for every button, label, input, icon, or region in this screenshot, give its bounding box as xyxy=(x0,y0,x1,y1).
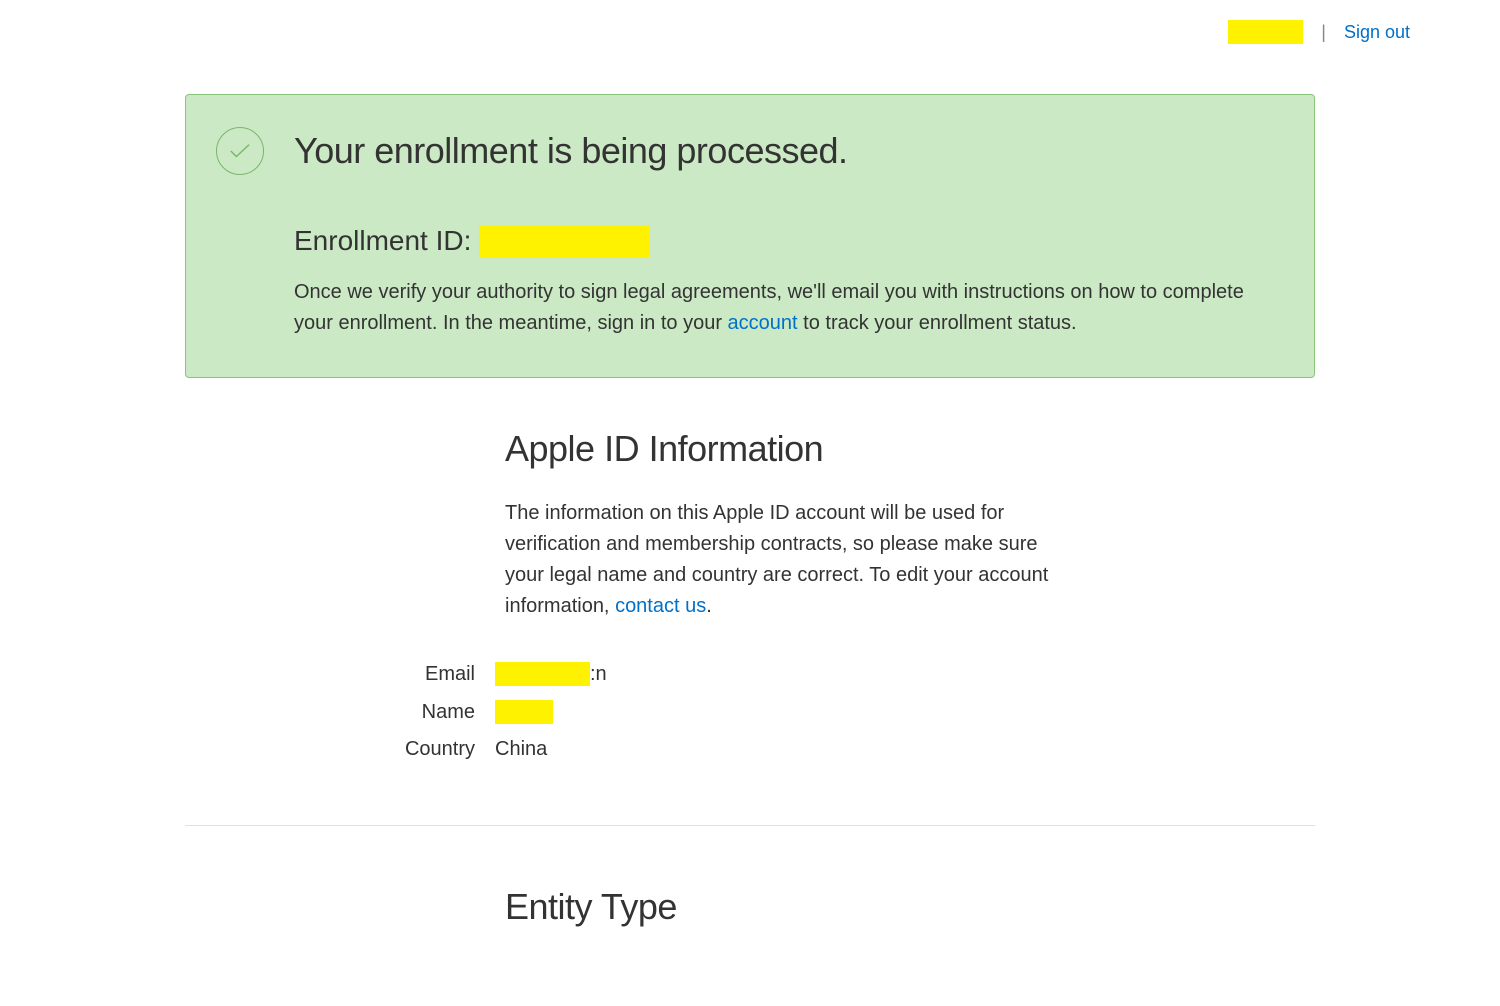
apple-id-desc-pre: The information on this Apple ID account… xyxy=(505,502,1048,617)
enrollment-id-redacted xyxy=(479,225,649,257)
apple-id-fields: Email :n Name Country China xyxy=(335,662,1065,761)
banner-title: Your enrollment is being processed. xyxy=(294,130,848,172)
apple-id-desc-post: . xyxy=(706,595,712,617)
top-bar: | Sign out xyxy=(0,0,1500,54)
username-redacted xyxy=(1228,20,1303,44)
banner-description: Once we verify your authority to sign le… xyxy=(294,277,1274,339)
enrollment-id-line: Enrollment ID: xyxy=(294,225,1274,257)
divider: | xyxy=(1321,22,1326,43)
main-container: Your enrollment is being processed. Enro… xyxy=(135,94,1365,1006)
signout-link[interactable]: Sign out xyxy=(1344,22,1410,43)
email-label: Email xyxy=(335,663,495,686)
status-banner: Your enrollment is being processed. Enro… xyxy=(185,94,1315,378)
country-value: China xyxy=(495,738,547,761)
contact-us-link[interactable]: contact us xyxy=(615,595,706,617)
entity-type-heading: Entity Type xyxy=(505,886,1065,928)
banner-text-post: to track your enrollment status. xyxy=(798,312,1077,334)
email-suffix: :n xyxy=(590,663,607,686)
banner-body: Enrollment ID: Once we verify your autho… xyxy=(216,225,1274,339)
country-label: Country xyxy=(335,738,495,761)
account-link[interactable]: account xyxy=(728,312,798,334)
checkmark-icon xyxy=(216,127,264,175)
apple-id-heading: Apple ID Information xyxy=(505,428,1065,470)
name-row: Name xyxy=(335,700,1065,724)
email-value: :n xyxy=(495,662,607,686)
name-label: Name xyxy=(335,701,495,724)
email-row: Email :n xyxy=(335,662,1065,686)
email-redacted xyxy=(495,662,590,686)
section-divider xyxy=(185,825,1315,826)
apple-id-section: Apple ID Information The information on … xyxy=(185,428,1315,825)
country-row: Country China xyxy=(335,738,1065,761)
entity-type-section: Entity Type xyxy=(185,886,1315,1006)
name-value xyxy=(495,700,553,724)
enrollment-id-label: Enrollment ID: xyxy=(294,225,471,257)
banner-header: Your enrollment is being processed. xyxy=(216,127,1274,175)
name-redacted xyxy=(495,700,553,724)
apple-id-description: The information on this Apple ID account… xyxy=(505,498,1065,622)
